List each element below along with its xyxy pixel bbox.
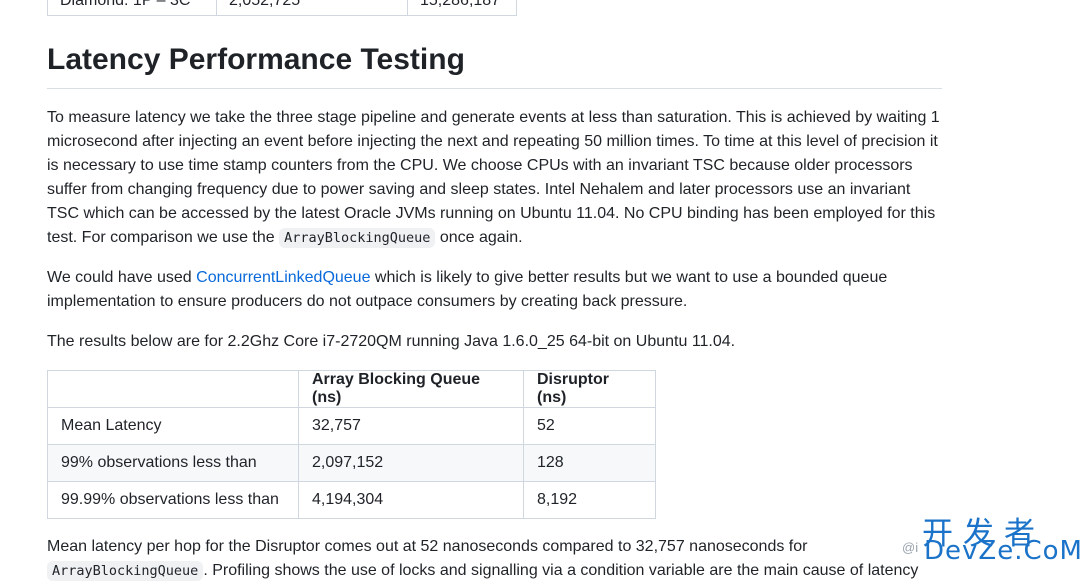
table-row: Mean Latency 32,757 52	[47, 407, 656, 445]
table-cell: 32,757	[298, 407, 524, 445]
paragraph-test-environment: The results below are for 2.2Ghz Core i7…	[47, 333, 736, 350]
latency-results-table: Array Blocking Queue (ns) Disruptor (ns)…	[47, 370, 656, 519]
inline-code: ArrayBlockingQueue	[279, 228, 436, 248]
paragraph-text: To measure latency we take the three sta…	[47, 109, 940, 246]
table-row: Diamond: 1P – 3C 2,052,725 15,286,187	[47, 0, 517, 16]
table-cell: 15,286,187	[407, 0, 517, 16]
paragraph-latency-method: To measure latency we take the three sta…	[47, 106, 942, 250]
paragraph-text: once again.	[435, 229, 523, 246]
table-cell: 8,192	[523, 481, 656, 519]
paragraph-text: We could have used	[47, 269, 197, 286]
inline-code: ArrayBlockingQueue	[47, 561, 204, 581]
table-cell: 99.99% observations less than	[47, 481, 299, 519]
site-watermark: 开发者 @i DevZe.CoM	[902, 506, 1080, 574]
table-cell: 128	[523, 444, 656, 482]
previous-results-table: Diamond: 1P – 3C 2,052,725 15,286,187	[47, 0, 517, 16]
table-header-row: Array Blocking Queue (ns) Disruptor (ns)	[47, 370, 656, 408]
watermark-handle: @i	[902, 540, 919, 555]
table-row: 99.99% observations less than 4,194,304 …	[47, 481, 656, 519]
paragraph-concurrent-queue: We could have used ConcurrentLinkedQueue…	[47, 266, 942, 314]
watermark-domain: DevZe.CoM	[924, 536, 1080, 566]
table-cell: 2,052,725	[216, 0, 408, 16]
table-row: 99% observations less than 2,097,152 128	[47, 444, 656, 482]
paragraph-mean-latency: Mean latency per hop for the Disruptor c…	[47, 535, 942, 583]
table-cell: 2,097,152	[298, 444, 524, 482]
concurrent-linked-queue-link[interactable]: ConcurrentLinkedQueue	[196, 269, 370, 286]
paragraph-text: Mean latency per hop for the Disruptor c…	[47, 538, 808, 555]
table-header-cell: Disruptor (ns)	[523, 370, 656, 408]
table-cell: 52	[523, 407, 656, 445]
section-heading: Latency Performance Testing	[47, 40, 942, 89]
table-cell: Diamond: 1P – 3C	[47, 0, 217, 16]
paragraph-text: . Profiling shows the use of locks and s…	[203, 562, 919, 579]
table-cell: 99% observations less than	[47, 444, 299, 482]
table-cell: Mean Latency	[47, 407, 299, 445]
table-cell: 4,194,304	[298, 481, 524, 519]
table-header-cell	[47, 370, 299, 408]
table-header-cell: Array Blocking Queue (ns)	[298, 370, 524, 408]
